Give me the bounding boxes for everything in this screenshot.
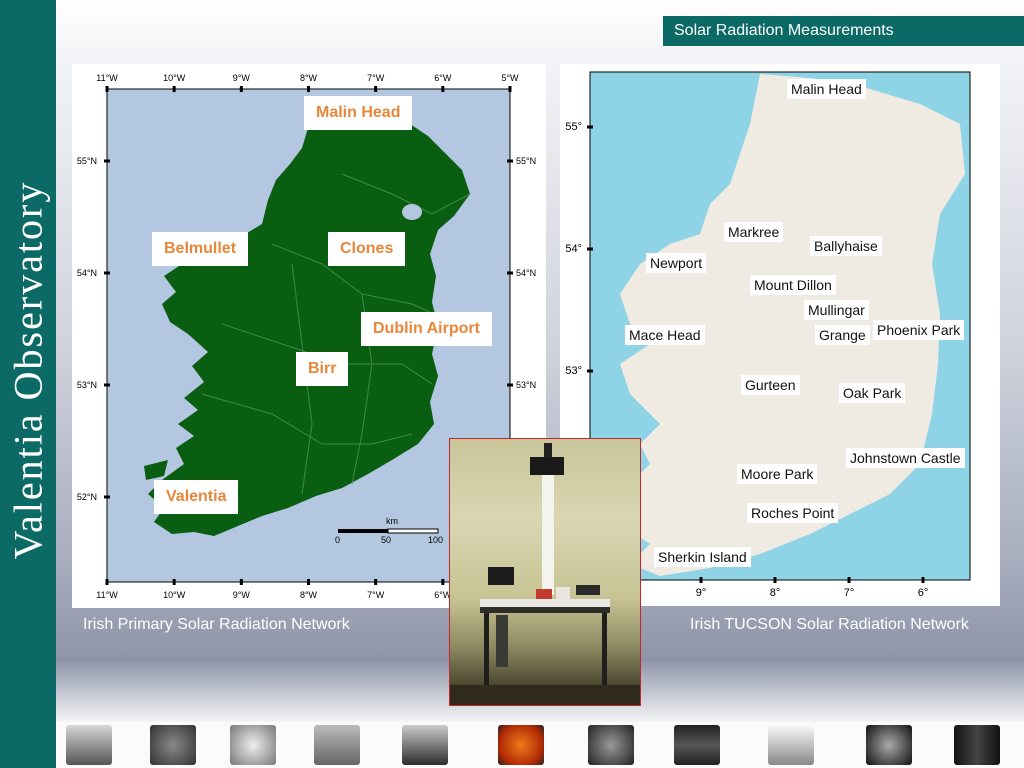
tucson-station-ballyhaise[interactable]: Ballyhaise — [810, 236, 882, 256]
tucson-station-grange[interactable]: Grange — [815, 325, 870, 345]
top-tick-label: 9°W — [233, 73, 251, 83]
right-tick-label: 53°N — [516, 380, 536, 390]
globe-thumb[interactable] — [588, 725, 634, 765]
primary-network-caption: Irish Primary Solar Radiation Network — [83, 616, 350, 633]
scale-100: 100 — [428, 535, 443, 545]
left-tick-label: 53° — [565, 365, 582, 377]
tucson-station-mount-dillon[interactable]: Mount Dillon — [750, 275, 836, 295]
left-axis-ticks: 55°N 54°N 53°N 52°N — [77, 156, 110, 502]
tucson-station-phoenix-park[interactable]: Phoenix Park — [873, 320, 965, 340]
left-tick-label: 55°N — [77, 156, 97, 166]
bottom-tick-label: 8°W — [300, 590, 318, 600]
thumbnail-strip — [56, 722, 1024, 768]
top-tick-label: 8°W — [300, 73, 318, 83]
sensor-thumb[interactable] — [314, 725, 360, 765]
station-valentia[interactable]: Valentia — [154, 480, 239, 514]
left-tick-label: 54°N — [77, 268, 97, 278]
left-tick-label: 53°N — [77, 380, 97, 390]
tucson-station-moore-park[interactable]: Moore Park — [737, 464, 818, 484]
bottom-tick-label: 9° — [696, 587, 707, 599]
instrument-photo-svg — [450, 443, 640, 705]
chart-thumb[interactable] — [674, 725, 720, 765]
left-axis-ticks: 55° 54° 53° — [565, 121, 593, 377]
station-belmullet[interactable]: Belmullet — [152, 232, 249, 266]
station-birr[interactable]: Birr — [296, 352, 349, 386]
sidebar: Valentia Observatory — [0, 0, 56, 768]
scale-50: 50 — [381, 535, 391, 545]
tucson-station-johnstown-castle[interactable]: Johnstown Castle — [846, 448, 965, 468]
instrument-photo — [449, 438, 641, 706]
tucson-station-roches-point[interactable]: Roches Point — [747, 503, 839, 523]
top-tick-label: 7°W — [367, 73, 385, 83]
bottom-tick-label: 7° — [844, 587, 855, 599]
tucson-station-malin-head[interactable]: Malin Head — [787, 79, 866, 99]
station-clones[interactable]: Clones — [328, 232, 406, 266]
bottom-tick-label: 11°W — [96, 590, 118, 600]
header-title: Solar Radiation Measurements — [663, 16, 1024, 46]
bottom-tick-label: 9°W — [233, 590, 251, 600]
tucson-station-oak-park[interactable]: Oak Park — [839, 383, 906, 403]
sidebar-title: Valentia Observatory — [5, 180, 51, 560]
station-malin-head[interactable]: Malin Head — [304, 96, 413, 130]
left-tick-label: 52°N — [77, 492, 97, 502]
right-tick-label: 55°N — [516, 156, 536, 166]
seismic-thumb[interactable] — [954, 725, 1000, 765]
sky-thumb[interactable] — [230, 725, 276, 765]
bottom-tick-label: 6° — [918, 587, 929, 599]
sun-thumb[interactable] — [498, 725, 544, 765]
station-dublin-airport[interactable]: Dublin Airport — [361, 312, 492, 346]
tree-thumb[interactable] — [402, 725, 448, 765]
top-tick-label: 11°W — [96, 73, 118, 83]
left-tick-label: 54° — [565, 243, 582, 255]
tucson-network-caption: Irish TUCSON Solar Radiation Network — [690, 616, 969, 633]
building-thumb[interactable] — [66, 725, 112, 765]
right-axis-ticks: 55°N 54°N 53°N — [507, 156, 536, 390]
scale-0: 0 — [335, 535, 340, 545]
scale-unit: km — [386, 516, 398, 526]
bottom-tick-label: 7°W — [367, 590, 385, 600]
tucson-station-newport[interactable]: Newport — [646, 253, 707, 273]
top-tick-label: 5°W — [501, 73, 519, 83]
tucson-station-mace-head[interactable]: Mace Head — [625, 325, 705, 345]
coil-thumb[interactable] — [866, 725, 912, 765]
instrument-thumb[interactable] — [150, 725, 196, 765]
top-tick-label: 10°W — [163, 73, 186, 83]
cloud-thumb[interactable] — [768, 725, 814, 765]
bottom-tick-label: 10°W — [163, 590, 186, 600]
tucson-station-mullingar[interactable]: Mullingar — [804, 300, 869, 320]
tucson-station-sherkin-island[interactable]: Sherkin Island — [654, 547, 751, 567]
right-tick-label: 54°N — [516, 268, 536, 278]
tucson-station-markree[interactable]: Markree — [724, 222, 784, 242]
lough-neagh — [402, 204, 422, 220]
left-tick-label: 55° — [565, 121, 582, 133]
top-tick-label: 6°W — [434, 73, 452, 83]
bottom-tick-label: 8° — [770, 587, 781, 599]
tucson-station-gurteen[interactable]: Gurteen — [741, 375, 800, 395]
